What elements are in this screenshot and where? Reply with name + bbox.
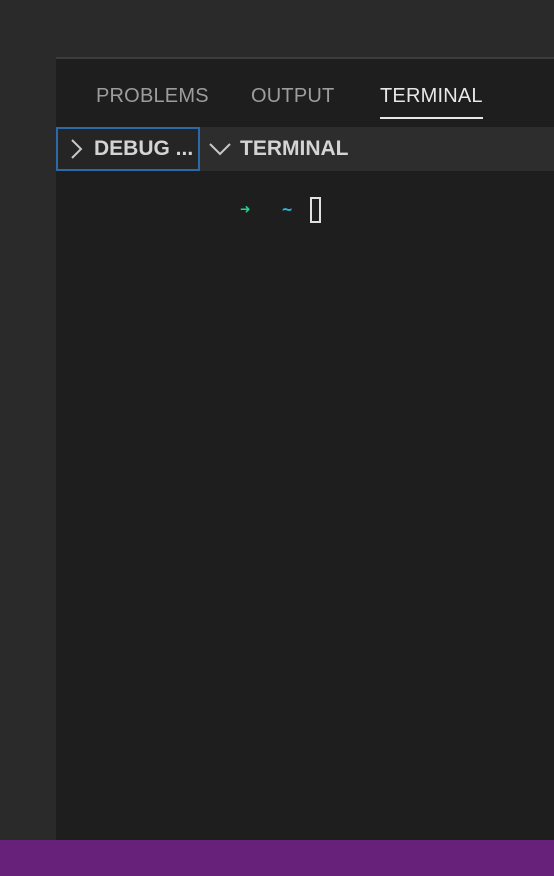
- tab-output[interactable]: OUTPUT: [251, 83, 334, 109]
- chevron-down-icon: [200, 129, 240, 169]
- debug-section-title: DEBUG ...: [94, 137, 194, 160]
- terminal-section-header[interactable]: TERMINAL: [200, 127, 554, 171]
- chevron-right-icon: [58, 129, 94, 169]
- terminal-viewport[interactable]: ➜ ~: [56, 171, 554, 840]
- tab-terminal[interactable]: TERMINAL: [380, 83, 483, 119]
- terminal-prompt-line: ➜ ~: [240, 195, 321, 225]
- terminal-cursor: [310, 197, 321, 223]
- status-bar: [0, 840, 554, 876]
- panel-tab-bar: PROBLEMS OUTPUT TERMINAL: [56, 59, 554, 127]
- section-header-bar: DEBUG ... TERMINAL: [56, 127, 554, 171]
- prompt-arrow-icon: ➜: [240, 200, 251, 220]
- bottom-panel: PROBLEMS OUTPUT TERMINAL DEBUG ... TERMI…: [56, 57, 554, 840]
- prompt-directory: ~: [282, 200, 293, 220]
- terminal-section-title: TERMINAL: [240, 137, 349, 160]
- vscode-window: PROBLEMS OUTPUT TERMINAL DEBUG ... TERMI…: [0, 0, 554, 876]
- tab-problems[interactable]: PROBLEMS: [96, 83, 209, 109]
- activity-bar: [0, 0, 56, 840]
- debug-section-header[interactable]: DEBUG ...: [56, 127, 200, 171]
- editor-area: [56, 0, 554, 57]
